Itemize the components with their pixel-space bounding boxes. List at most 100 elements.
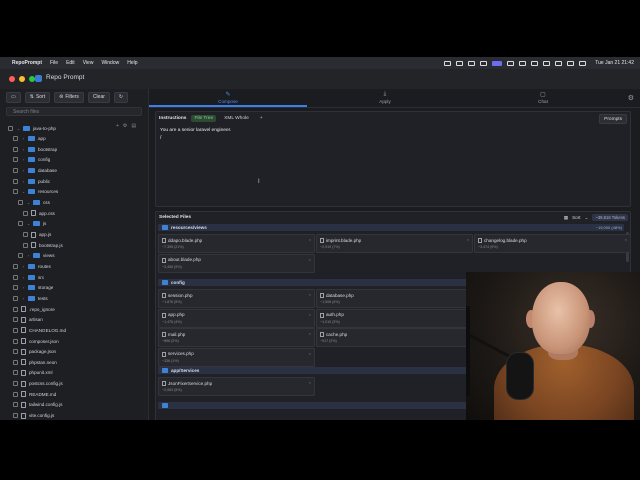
tree-folder-row[interactable]: ⌄ css: [18, 198, 50, 208]
collapse-icon[interactable]: ▤: [131, 123, 136, 129]
remove-file-icon[interactable]: ×: [625, 237, 627, 242]
tree-folder-row[interactable]: › views: [18, 251, 55, 261]
panel-toggle-button[interactable]: ▭: [6, 91, 21, 103]
tab-compose[interactable]: ✎ Compose: [208, 91, 248, 104]
xml-whole-toggle[interactable]: XML Whole: [221, 115, 252, 122]
checkbox[interactable]: [13, 168, 18, 174]
tree-file-row[interactable]: composer.json: [13, 336, 59, 346]
menu-file[interactable]: File: [50, 60, 58, 66]
chevron-right-icon[interactable]: ›: [26, 253, 31, 258]
menubar-clock[interactable]: Tue Jan 21 21:42: [595, 60, 634, 66]
checkbox[interactable]: [13, 327, 18, 333]
status-icon[interactable]: [456, 60, 464, 66]
add-icon[interactable]: +: [116, 123, 119, 129]
tree-folder-row[interactable]: › src: [13, 272, 44, 282]
search-input[interactable]: Search files: [6, 107, 142, 116]
remove-file-icon[interactable]: ×: [309, 257, 311, 262]
checkbox[interactable]: [13, 349, 18, 355]
chevron-right-icon[interactable]: ›: [21, 275, 26, 280]
minimize-window-button[interactable]: [19, 76, 25, 82]
chevron-down-icon[interactable]: ⌄: [26, 221, 31, 226]
status-icon[interactable]: [444, 60, 452, 66]
checkbox[interactable]: [13, 178, 18, 184]
checkbox[interactable]: [23, 210, 28, 216]
remove-file-icon[interactable]: ×: [309, 237, 311, 242]
checkbox[interactable]: [13, 381, 18, 387]
tree-folder-row[interactable]: ⌄ java-to-php: [8, 123, 56, 133]
selected-file-card[interactable]: session.php ~1,876 (5%) ×: [158, 289, 315, 308]
selected-file-card[interactable]: app.php ~1,476 (4%) ×: [158, 308, 315, 328]
checkbox[interactable]: [23, 242, 28, 248]
checkbox[interactable]: [13, 157, 18, 163]
tree-file-row[interactable]: .repo_ignore: [13, 304, 55, 314]
selected-file-card[interactable]: ddapo.blade.php ~7,395 (21%) ×: [158, 234, 315, 253]
filters-button[interactable]: ⊜ Filters: [54, 91, 84, 103]
add-prompt-button[interactable]: +: [257, 115, 266, 122]
clear-button[interactable]: Clear: [87, 91, 110, 103]
tree-file-row[interactable]: app.css: [23, 208, 55, 218]
tab-apply[interactable]: ⤓ Apply: [365, 91, 405, 104]
remove-file-icon[interactable]: ×: [467, 237, 469, 242]
remove-file-icon[interactable]: ×: [309, 351, 311, 356]
prompts-button[interactable]: Prompts: [599, 114, 627, 124]
remove-file-icon[interactable]: ×: [309, 312, 311, 317]
tree-folder-row[interactable]: ⌄ js: [18, 219, 46, 229]
tree-file-row[interactable]: phpunit.xml: [13, 368, 53, 378]
chevron-right-icon[interactable]: ›: [21, 147, 26, 152]
menu-app-name[interactable]: RepoPrompt: [12, 60, 42, 66]
tree-file-row[interactable]: bootstrap.js: [23, 240, 63, 250]
checkbox[interactable]: [8, 125, 13, 131]
checkbox[interactable]: [13, 413, 18, 419]
chevron-down-icon[interactable]: ⌄: [16, 126, 21, 131]
selected-file-card[interactable]: database.php~1,506 (4%)×: [316, 289, 473, 308]
checkbox[interactable]: [13, 136, 18, 142]
tree-file-row[interactable]: vite.config.js: [13, 411, 54, 420]
status-icon[interactable]: [480, 60, 488, 66]
checkbox[interactable]: [13, 317, 18, 323]
selected-file-card[interactable]: mail.php ~896 (2%) ×: [158, 328, 315, 347]
tree-folder-row[interactable]: ⌄ resources: [13, 187, 58, 197]
tree-folder-row[interactable]: › public: [13, 176, 50, 186]
remove-file-icon[interactable]: ×: [309, 331, 311, 336]
checkbox[interactable]: [13, 338, 18, 344]
menu-view[interactable]: View: [83, 60, 94, 66]
checkbox[interactable]: [13, 359, 18, 365]
remove-file-icon[interactable]: ×: [309, 380, 311, 385]
wifi-icon[interactable]: [555, 60, 563, 66]
chevron-right-icon[interactable]: ›: [21, 157, 26, 162]
instructions-textarea[interactable]: You are a senior laravel engineer.: [160, 128, 231, 133]
selected-file-card[interactable]: imprint.blade.php ~2,919 (7%) ×: [316, 234, 473, 253]
checkbox[interactable]: [13, 189, 18, 195]
checkbox[interactable]: [13, 370, 18, 376]
checkbox[interactable]: [13, 391, 18, 397]
search-icon[interactable]: [567, 60, 575, 66]
menu-window[interactable]: Window: [101, 60, 119, 66]
refresh-button[interactable]: ↻: [113, 91, 129, 103]
chevron-right-icon[interactable]: ›: [21, 296, 26, 301]
selected-file-card[interactable]: JsonFixerService.php ~2,063 (5%) ×: [158, 377, 315, 396]
settings-icon[interactable]: ⚙: [123, 123, 127, 129]
chevron-down-icon[interactable]: ⌄: [26, 200, 31, 205]
sort-selected-button[interactable]: Sort: [572, 215, 580, 220]
checkbox[interactable]: [13, 285, 18, 291]
checkbox[interactable]: [13, 402, 18, 408]
tree-file-row[interactable]: artisan: [13, 315, 43, 325]
checkbox[interactable]: [13, 263, 18, 269]
checkbox[interactable]: [23, 232, 28, 237]
gear-icon[interactable]: ⚙: [628, 94, 634, 102]
tree-folder-row[interactable]: › storage: [13, 283, 53, 293]
tree-folder-row[interactable]: › routes: [13, 261, 51, 271]
selected-file-card[interactable]: changelog.blade.php ~3,474 (9%) ×: [474, 234, 630, 253]
checkbox[interactable]: [18, 200, 23, 206]
highlighted-status-icon[interactable]: [492, 60, 503, 66]
sort-button[interactable]: ⇅ Sort: [24, 91, 51, 103]
remove-file-icon[interactable]: ×: [309, 292, 311, 297]
chevron-right-icon[interactable]: ›: [21, 136, 26, 141]
chevron-right-icon[interactable]: ›: [21, 264, 26, 269]
grid-view-icon[interactable]: ▦: [564, 215, 568, 221]
status-icon[interactable]: [507, 60, 515, 66]
tab-chat[interactable]: ▢ Chat: [523, 91, 563, 104]
file-group-header[interactable]: resources/views ~19,000 (48%): [158, 224, 624, 231]
control-center-icon[interactable]: [579, 60, 587, 66]
chevron-down-icon[interactable]: ⌄: [21, 189, 26, 194]
